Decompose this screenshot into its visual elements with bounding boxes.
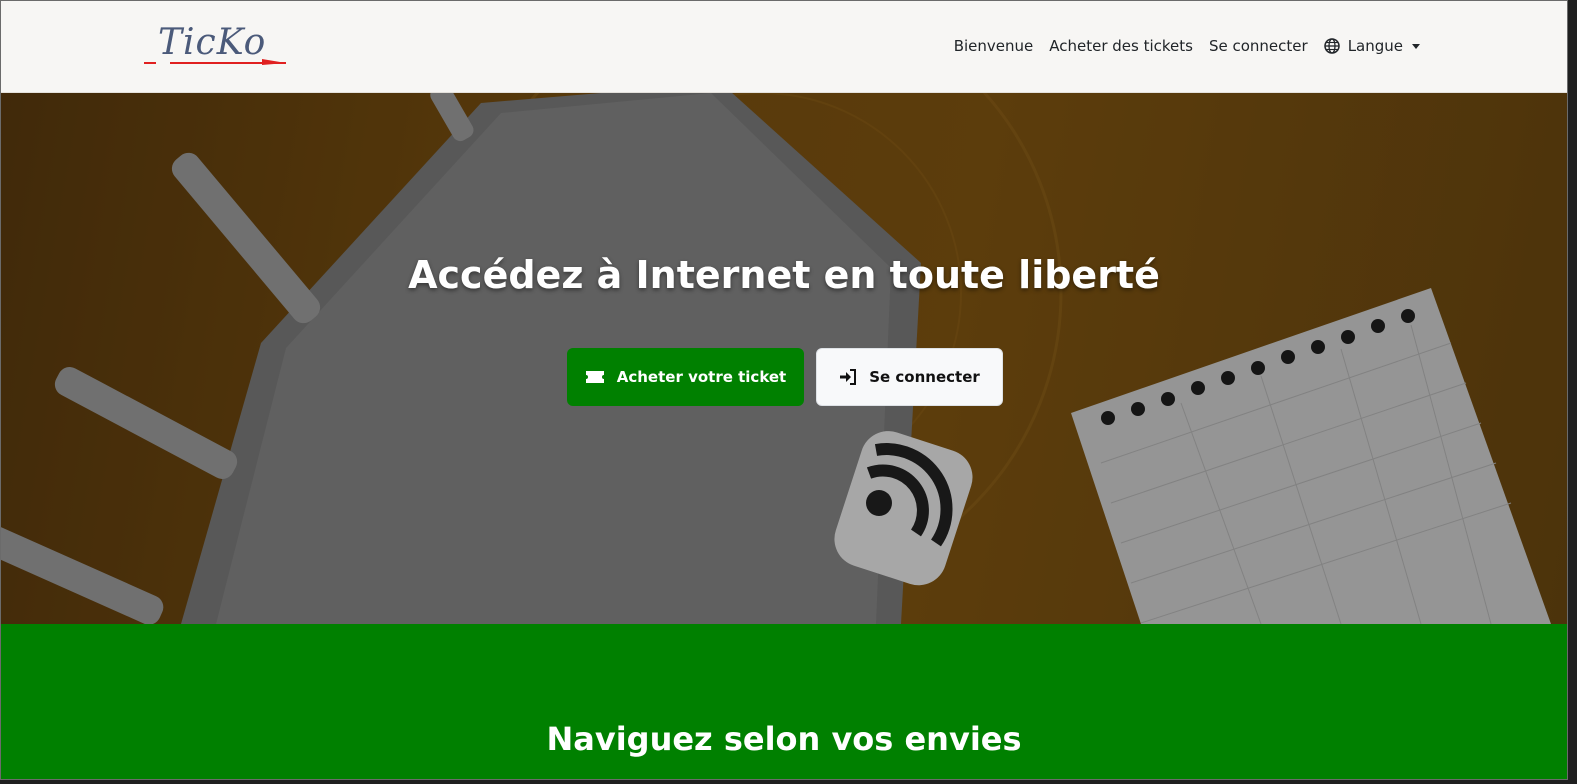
caret-down-icon xyxy=(1412,43,1420,49)
buy-ticket-button[interactable]: Acheter votre ticket xyxy=(567,348,804,406)
language-label: Langue xyxy=(1347,37,1403,55)
nav-link-bienvenue[interactable]: Bienvenue xyxy=(954,37,1034,55)
page: TicKo Bienvenue Acheter des tickets Se c… xyxy=(0,0,1568,780)
hero-section: Accédez à Internet en toute liberté Ache… xyxy=(1,93,1567,624)
navbar: TicKo Bienvenue Acheter des tickets Se c… xyxy=(1,1,1567,93)
globe-icon xyxy=(1323,38,1340,54)
ticket-icon xyxy=(585,370,605,384)
buy-ticket-label: Acheter votre ticket xyxy=(616,368,787,386)
nav-link-acheter-tickets[interactable]: Acheter des tickets xyxy=(1049,37,1193,55)
login-label: Se connecter xyxy=(869,368,980,386)
nav-link-se-connecter[interactable]: Se connecter xyxy=(1209,37,1308,55)
login-button[interactable]: Se connecter xyxy=(816,348,1003,406)
section-title: Naviguez selon vos envies xyxy=(546,720,1022,758)
sign-in-icon xyxy=(839,369,857,385)
logo-text: TicKo xyxy=(158,22,267,63)
features-section: Naviguez selon vos envies xyxy=(1,624,1567,779)
hero-title: Accédez à Internet en toute liberté xyxy=(408,253,1160,297)
language-dropdown[interactable]: Langue xyxy=(1323,37,1420,55)
ticko-logo[interactable]: TicKo xyxy=(142,22,288,69)
nav-links: Bienvenue Acheter des tickets Se connect… xyxy=(954,37,1420,55)
